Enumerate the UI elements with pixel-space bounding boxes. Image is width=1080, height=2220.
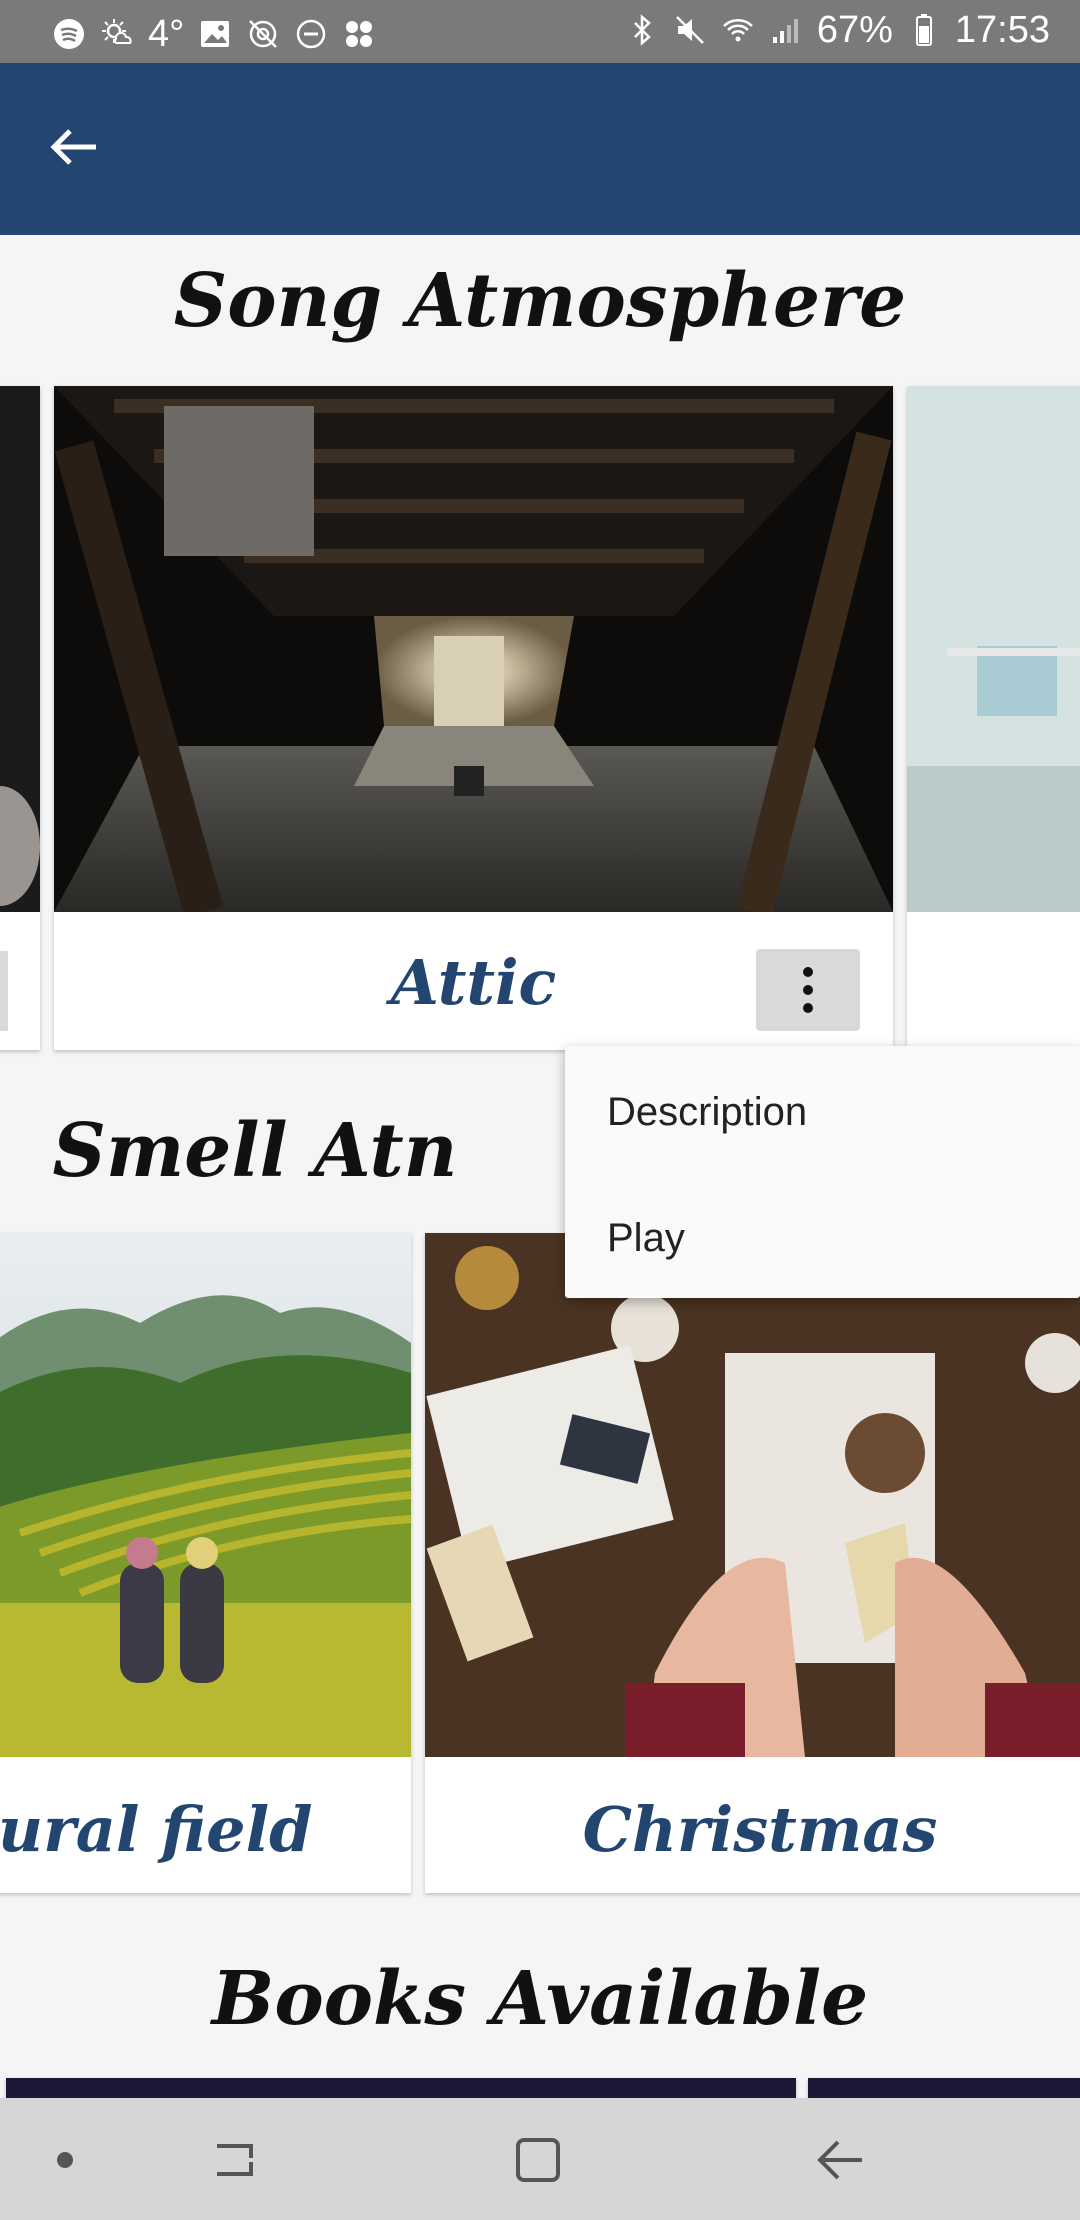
spotify-icon [52,17,86,51]
back-icon [817,2140,862,2180]
clock: 17:53 [954,9,1050,51]
app-bar [0,63,1080,235]
more-options-button[interactable] [756,949,860,1031]
menu-item-description[interactable]: Description [607,1090,807,1135]
card-image [907,386,1080,912]
card-rural-field[interactable]: ural field [0,1233,411,1893]
more-vert-icon [803,967,813,1013]
card-attic[interactable]: Attic [54,386,893,1050]
card-christmas[interactable]: Christmas [425,1233,1080,1893]
temperature-text: 4° [148,13,185,55]
menu-item-play[interactable]: Play [607,1216,685,1261]
status-bar: 4° 67% 17:53 [0,0,1080,63]
mute-icon [673,13,707,47]
weather-icon [100,17,134,51]
image-icon [198,17,232,51]
arrow-back-icon [50,129,96,165]
card-label-christmas: Christmas [582,1793,938,1866]
more-button-partial[interactable] [0,951,8,1031]
nav-back-button[interactable] [800,2120,880,2200]
section-title-books-available: Books Available [211,1956,869,2042]
card-image-attic [54,386,893,912]
back-button[interactable] [36,109,112,185]
home-icon [516,2138,560,2182]
no-location-icon [246,17,280,51]
recent-apps-button[interactable] [195,2120,275,2200]
card-image [0,386,40,912]
battery-percent: 67% [816,9,893,51]
home-button[interactable] [498,2120,578,2200]
section-title-song-atmosphere: Song Atmosphere [173,258,907,344]
card-image-rural-field [0,1233,411,1757]
dot-icon [57,2152,73,2168]
signal-icon [769,13,803,47]
card-label-rural-field: ural field [0,1793,313,1866]
bluetooth-icon [625,13,659,47]
card-partial-right[interactable] [907,386,1080,1050]
context-menu: Description Play [565,1046,1080,1298]
card-image-christmas [425,1233,1080,1757]
wifi-icon [721,13,755,47]
navigation-bar [0,2098,1080,2220]
battery-icon [907,13,941,47]
apps-icon [342,17,376,51]
card-partial-left[interactable] [0,386,40,1050]
recent-apps-icon [217,2144,253,2176]
do-not-disturb-icon [294,17,328,51]
nav-dot-button[interactable] [25,2120,105,2200]
